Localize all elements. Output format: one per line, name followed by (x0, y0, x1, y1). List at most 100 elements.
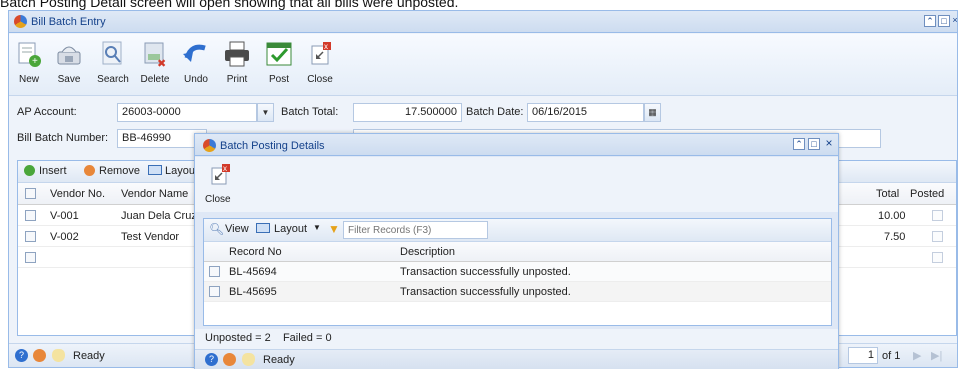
view-button[interactable]: View (225, 223, 249, 235)
post-icon (264, 40, 294, 68)
search-icon (98, 40, 128, 68)
dialog-collapse-icon[interactable]: ⌃ (793, 138, 805, 150)
collapse-icon[interactable]: ⌃ (924, 15, 936, 27)
new-label: New (18, 74, 39, 85)
ap-account-dropdown-icon[interactable]: ▼ (257, 103, 274, 122)
close-label: Close (307, 74, 333, 85)
dialog-grid-toolbar: 🔍︎ View Layout ▼ ▼ (204, 219, 831, 242)
help-icon[interactable]: ? (15, 349, 28, 362)
dialog-maximize-icon[interactable]: □ (808, 138, 820, 150)
row-checkbox[interactable] (25, 231, 36, 242)
undo-label: Undo (184, 74, 208, 85)
filter-icon[interactable]: ▼ (328, 222, 340, 236)
delete-label: Delete (140, 74, 170, 85)
posting-results-grid: 🔍︎ View Layout ▼ ▼ Record No Description… (203, 218, 832, 326)
calendar-icon[interactable]: ▦ (644, 103, 661, 122)
vendor-name-cell: Test Vendor (121, 231, 180, 243)
posted-checkbox[interactable] (932, 231, 943, 242)
print-icon (222, 40, 252, 68)
delete-button[interactable]: ✖ Delete (135, 40, 175, 85)
col-vendor-no[interactable]: Vendor No. (50, 188, 105, 200)
dialog-close-label: Close (205, 194, 231, 205)
posted-checkbox[interactable] (932, 210, 943, 221)
layout-icon[interactable] (148, 165, 162, 175)
record-no-cell: BL-45695 (229, 286, 277, 298)
filter-records-input[interactable] (343, 221, 488, 239)
batch-date-label: Batch Date: (466, 106, 524, 118)
help-icon[interactable]: ? (205, 353, 218, 366)
dialog-summary: Unposted = 2 Failed = 0 (195, 329, 838, 349)
close-icon: x (305, 40, 335, 68)
save-label: Save (57, 74, 81, 85)
dialog-close-icon[interactable]: × (823, 137, 835, 150)
error-icon[interactable] (223, 353, 236, 366)
page-number-field[interactable]: 1 (848, 347, 878, 364)
batch-posting-details-dialog: Batch Posting Details ⌃ □ × x Close 🔍︎ V… (194, 133, 839, 369)
col-record-no[interactable]: Record No (229, 246, 282, 258)
select-all-checkbox[interactable] (25, 188, 36, 199)
vendor-no-cell: V-001 (50, 210, 79, 222)
table-row[interactable]: BL-45695 Transaction successfully unpost… (204, 282, 831, 302)
vendor-name-cell: Juan Dela Cruz (121, 210, 197, 222)
save-button[interactable]: Save (49, 40, 89, 85)
batch-date-field[interactable]: 06/16/2015 (527, 103, 644, 122)
maximize-icon[interactable]: □ (938, 15, 950, 27)
status-text: Ready (73, 350, 105, 362)
ap-account-field[interactable]: 26003-0000 (117, 103, 257, 122)
svg-text:x: x (324, 42, 328, 51)
vendor-no-cell: V-002 (50, 231, 79, 243)
lightbulb-icon[interactable] (242, 353, 255, 366)
undo-button[interactable]: Undo (176, 40, 216, 85)
post-label: Post (268, 74, 289, 85)
print-label: Print (226, 74, 248, 85)
layout-dropdown-icon[interactable]: ▼ (313, 223, 321, 232)
col-total[interactable]: Total (876, 188, 899, 200)
next-page-icon[interactable]: ▶ (913, 349, 921, 362)
description-cell: Transaction successfully unposted. (400, 266, 571, 278)
col-description[interactable]: Description (400, 246, 455, 258)
row-checkbox[interactable] (209, 286, 220, 297)
dialog-status-text: Ready (263, 354, 295, 366)
page-of-text: of 1 (882, 350, 901, 362)
svg-text:x: x (223, 164, 227, 173)
last-page-icon[interactable]: ▶| (931, 349, 942, 362)
dialog-layout-button[interactable]: Layout (274, 223, 307, 235)
delete-icon: ✖ (140, 40, 170, 70)
close-window-icon[interactable]: × (952, 15, 958, 27)
batch-total-label: Batch Total: (281, 106, 339, 118)
total-cell: 10.00 (878, 210, 906, 222)
remove-button[interactable]: Remove (99, 165, 140, 177)
search-label: Search (97, 74, 129, 85)
insert-icon[interactable] (24, 165, 35, 176)
dialog-title: Batch Posting Details (220, 140, 325, 152)
view-icon[interactable]: 🔍︎ (209, 222, 224, 236)
main-toolbar: + New Save Search ✖ Delete Undo Print Po… (9, 34, 957, 96)
window-titlebar: Bill Batch Entry ⌃ □ × (9, 11, 958, 33)
new-button[interactable]: + New (9, 40, 49, 85)
description-cell: Transaction successfully unposted. (400, 286, 571, 298)
error-icon[interactable] (33, 349, 46, 362)
undo-icon (181, 40, 211, 68)
bill-batch-number-label: Bill Batch Number: (17, 132, 109, 144)
total-cell: 7.50 (884, 231, 906, 243)
close-button[interactable]: x Close (300, 40, 340, 85)
dialog-titlebar: Batch Posting Details ⌃ □ × (195, 134, 838, 156)
row-checkbox[interactable] (25, 252, 36, 263)
search-button[interactable]: Search (93, 40, 133, 85)
insert-button[interactable]: Insert (39, 165, 67, 177)
col-posted[interactable]: Posted (910, 188, 944, 200)
row-checkbox[interactable] (209, 266, 220, 277)
batch-total-field[interactable]: 17.500000 (353, 103, 462, 122)
lightbulb-icon[interactable] (52, 349, 65, 362)
remove-icon[interactable] (84, 165, 95, 176)
layout-icon[interactable] (256, 223, 270, 233)
row-checkbox[interactable] (25, 210, 36, 221)
print-button[interactable]: Print (217, 40, 257, 85)
dialog-close-button[interactable]: x Close (205, 163, 235, 205)
svg-text:+: + (32, 56, 38, 67)
posted-checkbox[interactable] (932, 252, 943, 263)
col-vendor-name[interactable]: Vendor Name (121, 188, 188, 200)
table-row[interactable]: BL-45694 Transaction successfully unpost… (204, 262, 831, 282)
post-button[interactable]: Post (259, 40, 299, 85)
dialog-status-bar: ? Ready (195, 349, 838, 369)
